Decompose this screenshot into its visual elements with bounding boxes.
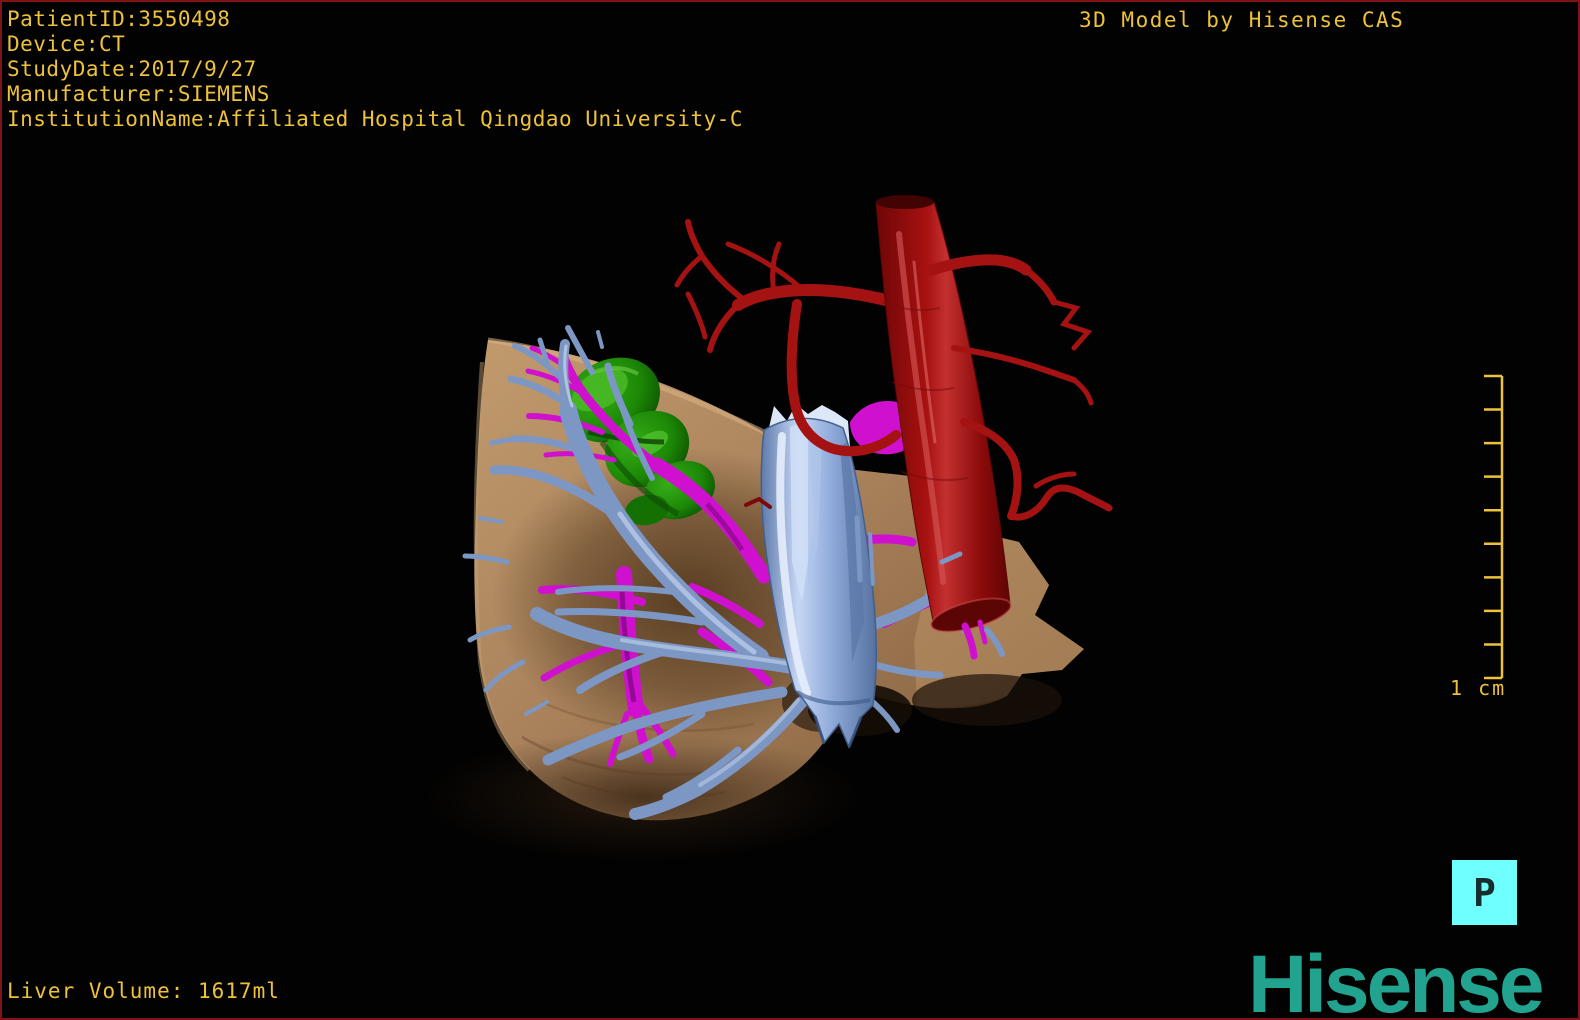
patient-info-block: PatientID:3550498 Device:CT StudyDate:2017… (7, 7, 743, 132)
liver-volume-text: Liver Volume: 1617ml (7, 979, 280, 1003)
scale-label: 1 cm (1450, 676, 1507, 700)
patient-info-line: Device:CT (7, 32, 126, 56)
patient-info-line: Manufacturer:SIEMENS (7, 82, 270, 106)
watermark-text: 3D Model by Hisense CAS (1079, 8, 1405, 32)
scale-ruler (1484, 374, 1504, 680)
orientation-marker-posterior: P (1452, 860, 1517, 925)
liver-3d-model (422, 195, 1113, 862)
patient-info-line: PatientID:3550498 (7, 7, 231, 31)
orientation-marker-letter: P (1473, 870, 1496, 915)
viewer-window: PatientID:3550498 Device:CT StudyDate:2017… (0, 0, 1580, 1020)
patient-info-line: InstitutionName:Affiliated Hospital Qing… (7, 107, 744, 131)
hisense-logo: Hisense (1248, 939, 1545, 1020)
patient-info-line: StudyDate:2017/9/27 (7, 57, 257, 81)
